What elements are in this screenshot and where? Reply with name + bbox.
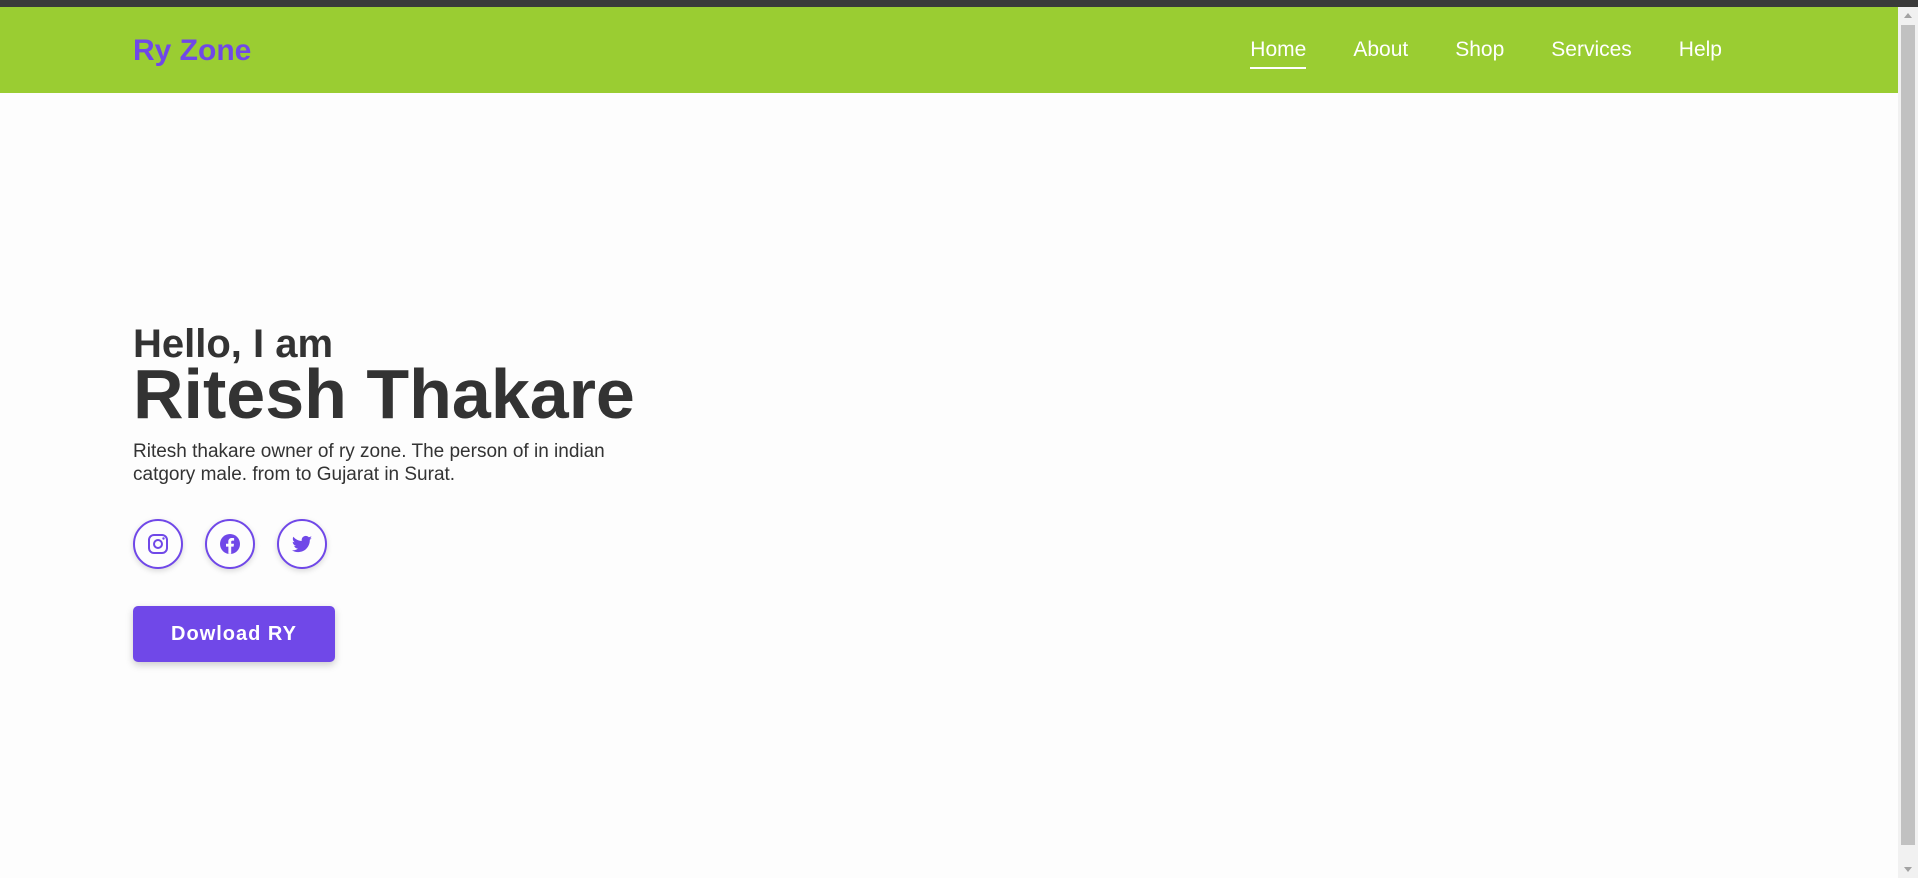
nav-link-shop[interactable]: Shop <box>1455 37 1504 69</box>
navbar: Ry Zone Home About Shop Services Help <box>0 7 1898 93</box>
instagram-button[interactable] <box>133 519 183 569</box>
hero-bio: Ritesh thakare owner of ry zone. The per… <box>133 441 605 485</box>
site-logo[interactable]: Ry Zone <box>133 33 251 69</box>
vertical-scrollbar[interactable] <box>1898 7 1918 878</box>
nav-link-about[interactable]: About <box>1353 37 1408 69</box>
twitter-button[interactable] <box>277 519 327 569</box>
instagram-icon <box>148 534 168 554</box>
social-links <box>133 519 643 569</box>
scroll-up-arrow[interactable] <box>1904 13 1912 18</box>
facebook-icon <box>220 534 240 554</box>
twitter-icon <box>291 535 312 553</box>
scrollbar-thumb[interactable] <box>1901 25 1915 845</box>
nav-menu: Home About Shop Services Help <box>1250 37 1722 69</box>
nav-link-services[interactable]: Services <box>1551 37 1632 69</box>
browser-top-strip <box>0 0 1918 7</box>
nav-link-home[interactable]: Home <box>1250 37 1307 69</box>
facebook-button[interactable] <box>205 519 255 569</box>
download-button[interactable]: Dowload RY <box>133 606 335 662</box>
hero-section: Hello, I am Ritesh Thakare Ritesh thakar… <box>133 322 643 662</box>
hero-name: Ritesh Thakare <box>133 355 635 433</box>
nav-link-help[interactable]: Help <box>1679 37 1722 69</box>
scroll-down-arrow[interactable] <box>1904 867 1912 872</box>
